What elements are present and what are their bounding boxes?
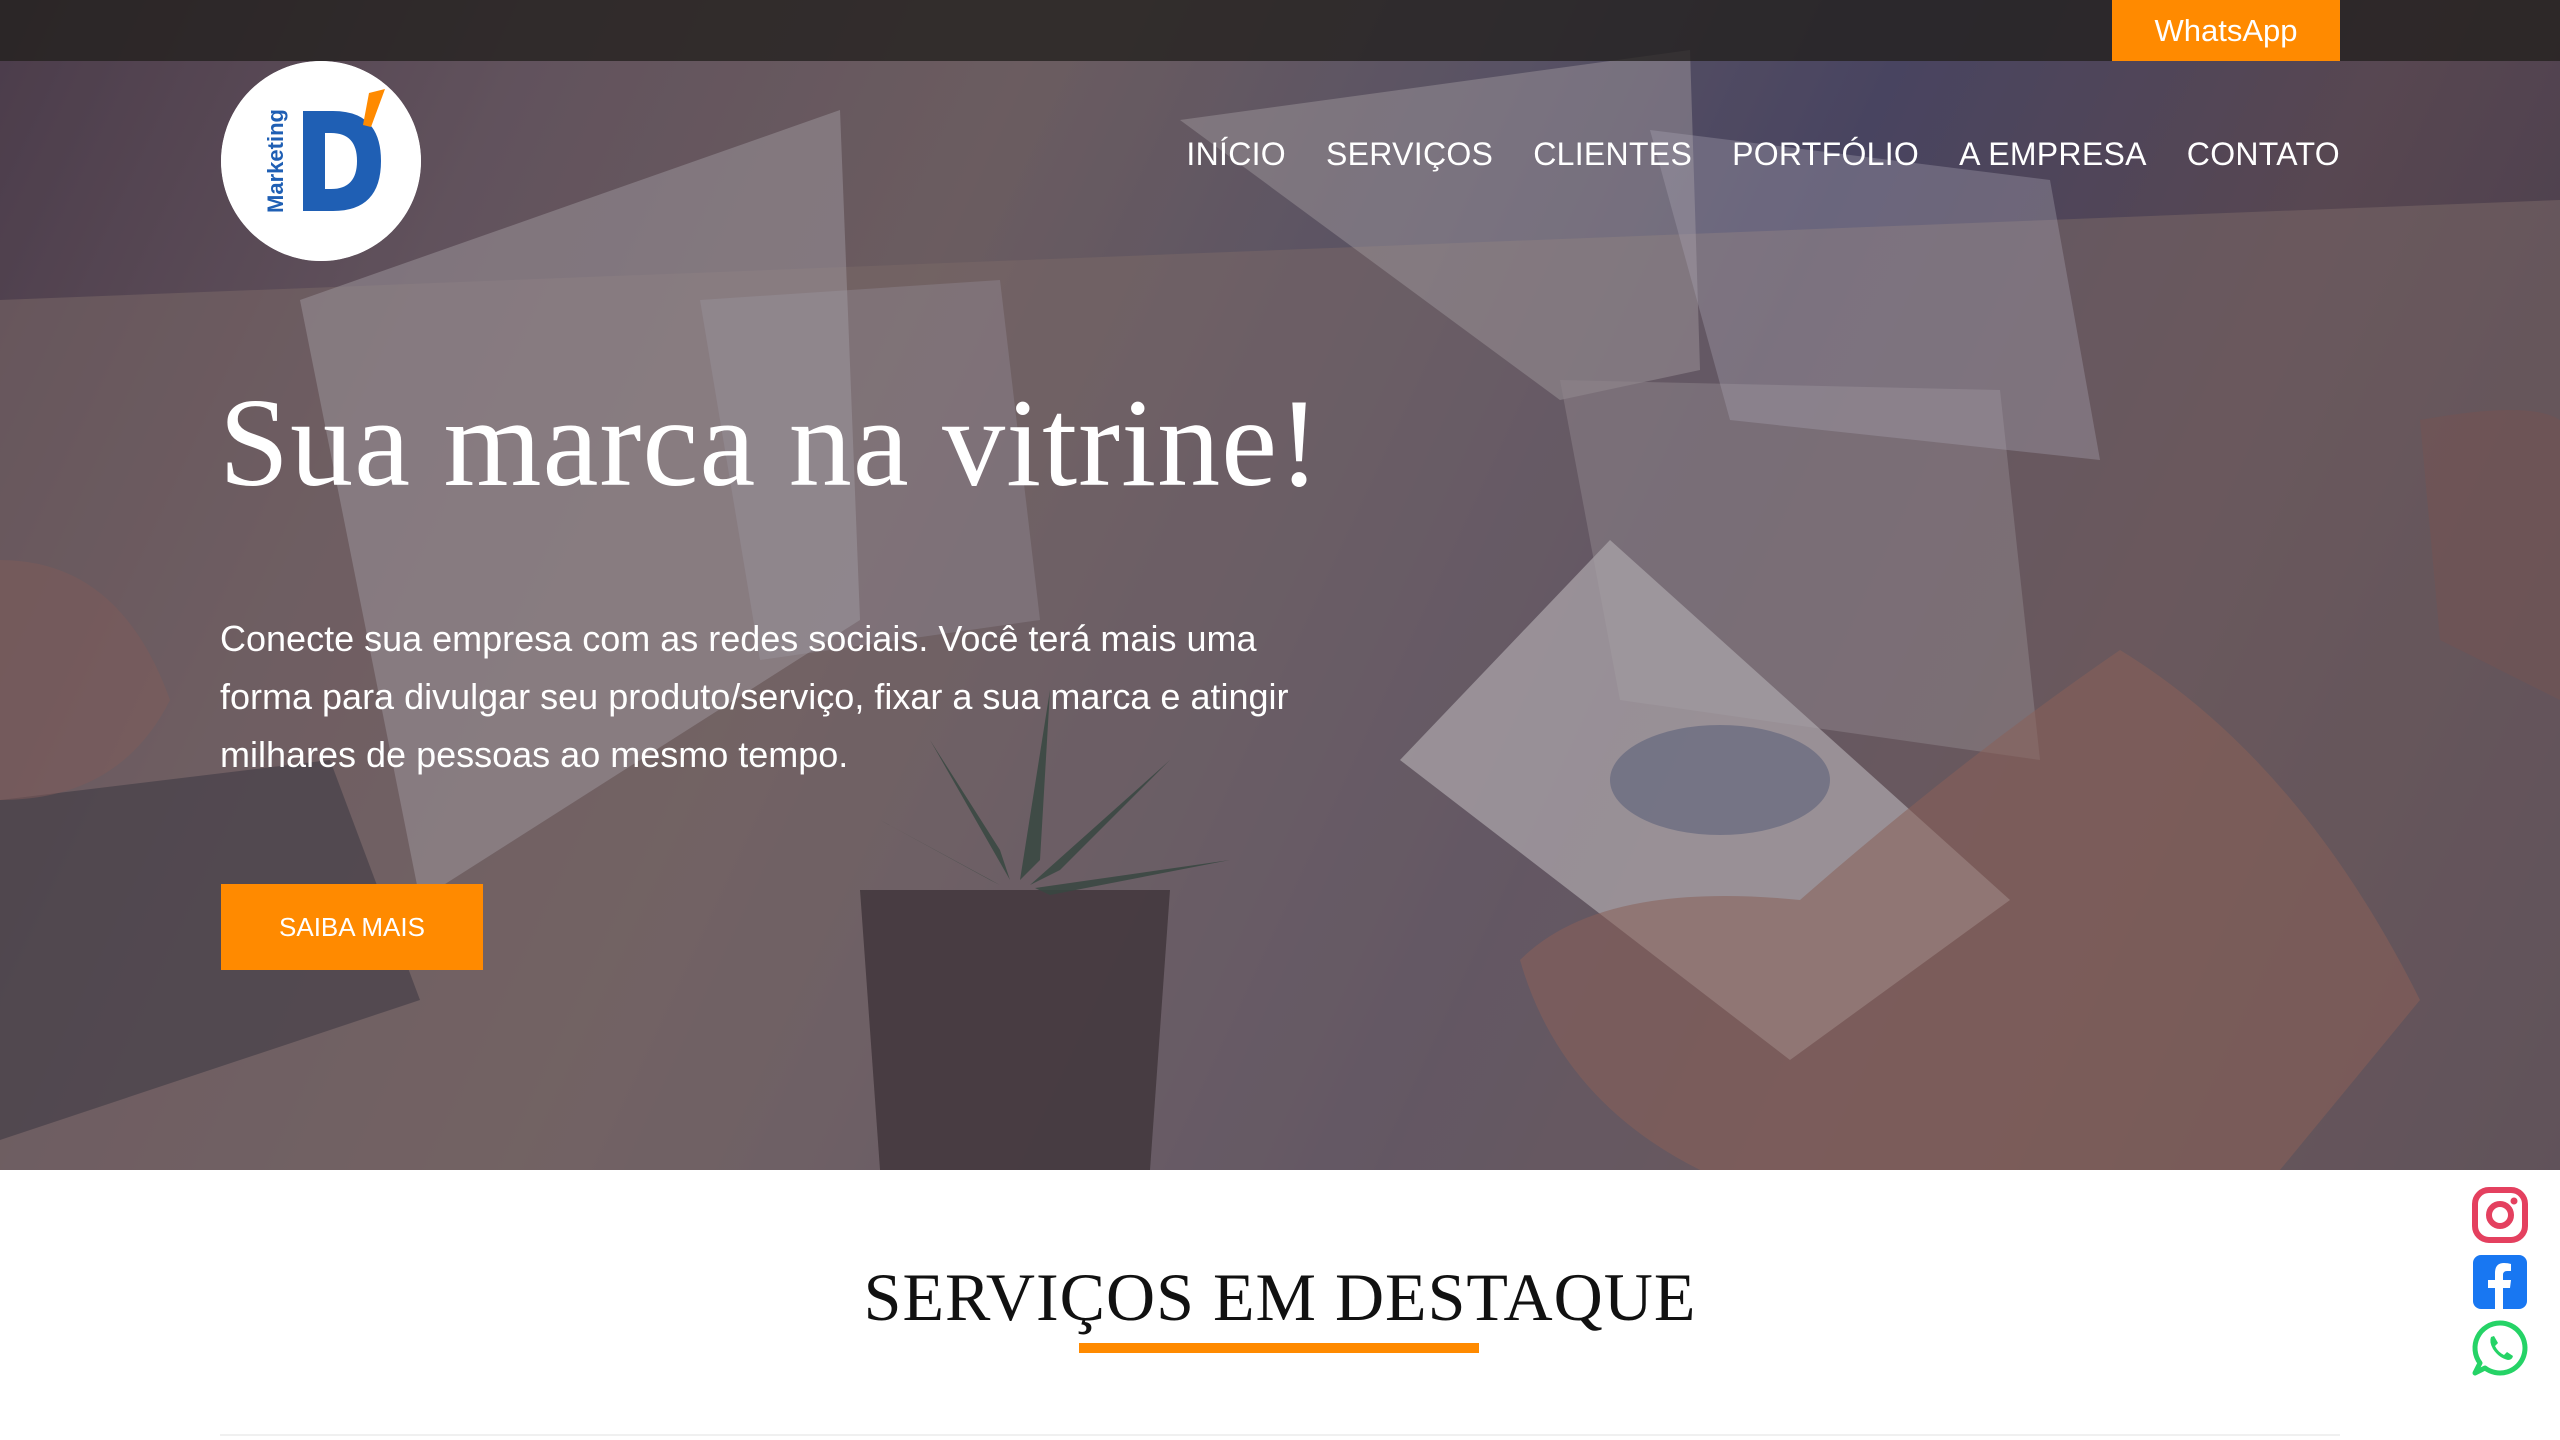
hero-banner: WhatsApp Marketing INÍCIO SERVIÇOS CLIEN… — [0, 0, 2560, 1170]
nav-contato[interactable]: CONTATO — [2187, 136, 2340, 173]
services-section-title: SERVIÇOS EM DESTAQUE — [863, 1259, 1697, 1335]
nav-inicio[interactable]: INÍCIO — [1186, 136, 1286, 173]
whatsapp-icon[interactable] — [2470, 1318, 2530, 1378]
hero-description: Conecte sua empresa com as redes sociais… — [220, 618, 1289, 775]
saiba-mais-button[interactable]: SAIBA MAIS — [221, 884, 483, 970]
logo-mark-icon: Marketing — [221, 61, 421, 261]
nav-servicos[interactable]: SERVIÇOS — [1326, 136, 1493, 173]
nav-a-empresa[interactable]: A EMPRESA — [1959, 136, 2147, 173]
site-logo[interactable]: Marketing — [221, 61, 421, 261]
main-nav: INÍCIO SERVIÇOS CLIENTES PORTFÓLIO A EMP… — [1186, 136, 2340, 173]
section-title-underline — [1079, 1343, 1479, 1353]
logo-text: Marketing — [263, 109, 288, 213]
section-divider — [220, 1434, 2340, 1436]
hero-title: Sua marca na vitrine! — [219, 374, 1322, 513]
nav-clientes[interactable]: CLIENTES — [1533, 136, 1692, 173]
top-bar: WhatsApp — [0, 0, 2560, 61]
whatsapp-top-button[interactable]: WhatsApp — [2112, 0, 2340, 61]
nav-portfolio[interactable]: PORTFÓLIO — [1732, 136, 1919, 173]
instagram-icon[interactable] — [2470, 1185, 2530, 1245]
facebook-icon[interactable] — [2470, 1252, 2530, 1312]
